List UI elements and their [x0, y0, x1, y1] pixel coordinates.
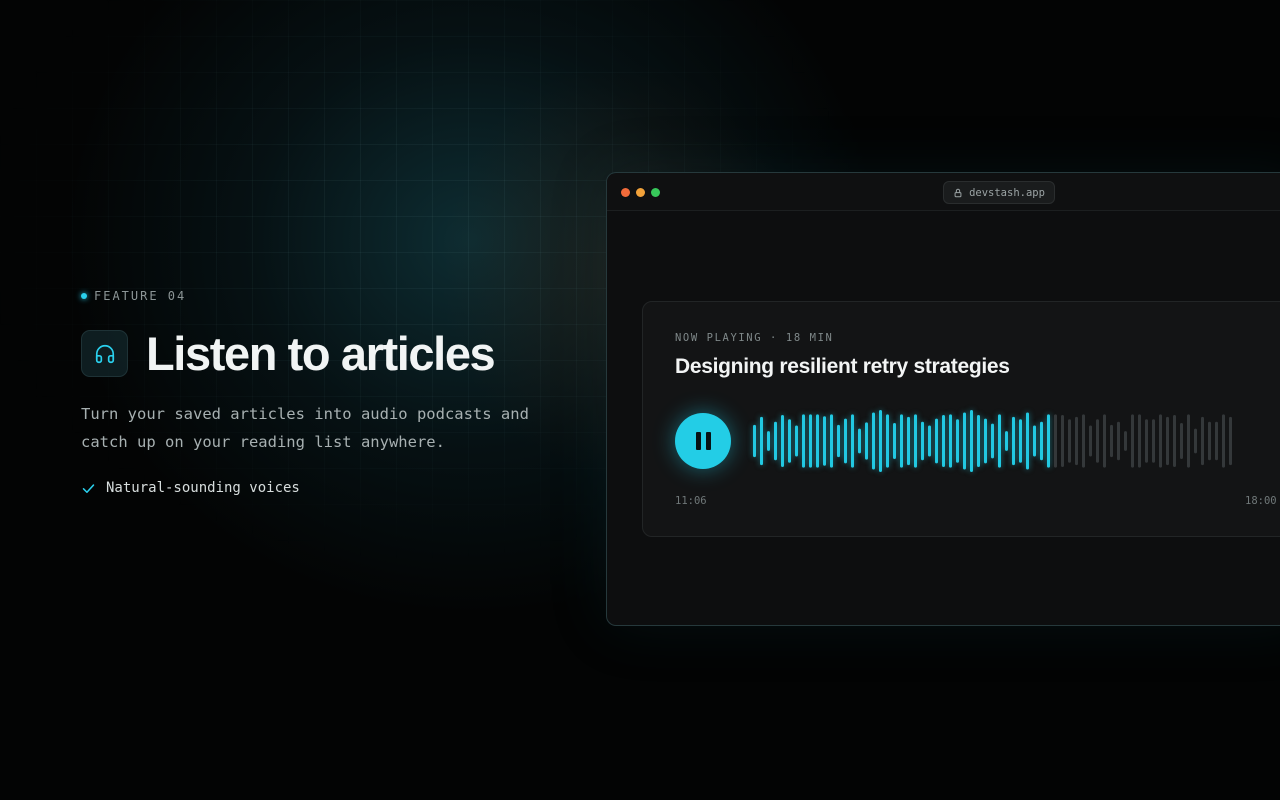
- now-playing-meta: NOW PLAYING · 18 MIN: [675, 332, 834, 344]
- waveform-bar-played: [1005, 431, 1008, 451]
- waveform-bar: [1201, 416, 1204, 466]
- waveform-bar-played: [858, 428, 861, 454]
- waveform-bar: [1096, 419, 1099, 463]
- waveform-bar-played: [963, 412, 966, 470]
- waveform-bar: [1124, 431, 1127, 451]
- waveform-bar: [1159, 414, 1162, 468]
- waveform-bar: [1152, 419, 1155, 463]
- pause-button[interactable]: [675, 413, 731, 469]
- waveform-bar: [1229, 416, 1232, 466]
- waveform-bar: [1215, 421, 1218, 461]
- lock-icon: [954, 188, 962, 197]
- track-title: Designing resilient retry strategies: [675, 355, 1010, 378]
- feature-icon-box: [81, 330, 128, 377]
- browser-window: devstash.app NOW PLAYING · 18 MIN Design…: [606, 172, 1280, 626]
- waveform-bar-played: [914, 414, 917, 468]
- waveform-bar: [1110, 424, 1113, 458]
- waveform-bar-played: [1047, 414, 1050, 468]
- window-minimize-button[interactable]: [636, 188, 645, 197]
- waveform-bar-played: [865, 422, 868, 460]
- feature-dot: [81, 293, 87, 299]
- waveform-bar: [1180, 423, 1183, 459]
- waveform-bar-played: [872, 412, 875, 470]
- waveform-scrubber[interactable]: [753, 406, 1273, 476]
- waveform-bar: [1061, 414, 1064, 468]
- headphones-icon: [95, 344, 114, 363]
- window-maximize-button[interactable]: [651, 188, 660, 197]
- waveform-bar: [1166, 416, 1169, 466]
- feature-bullet: Natural-sounding voices: [81, 480, 300, 496]
- waveform-bar: [1194, 428, 1197, 454]
- waveform-bar-played: [949, 414, 952, 468]
- waveform-bar-played: [984, 418, 987, 464]
- feature-label: FEATURE 04: [94, 289, 187, 303]
- waveform-bar: [1145, 419, 1148, 463]
- feature-heading: Listen to articles: [81, 326, 496, 381]
- total-time: 18:00: [1245, 495, 1277, 507]
- waveform-bar-played: [879, 410, 882, 472]
- window-close-button[interactable]: [621, 188, 630, 197]
- waveform-bar-played: [921, 421, 924, 461]
- waveform-bar-played: [781, 414, 784, 468]
- waveform-bar-played: [809, 414, 812, 468]
- waveform-bar: [1222, 414, 1225, 468]
- waveform-bar: [1068, 419, 1071, 463]
- pause-icon: [705, 432, 711, 450]
- feature-headline: Listen to articles: [146, 327, 496, 380]
- waveform-bar: [1089, 425, 1092, 457]
- waveform-bar-played: [886, 414, 889, 468]
- waveform-bar: [1082, 414, 1085, 468]
- waveform-bar: [1138, 414, 1141, 468]
- waveform-bar-played: [816, 414, 819, 468]
- waveform-bar: [1054, 414, 1057, 468]
- pause-icon: [695, 432, 701, 450]
- waveform-bar: [1208, 421, 1211, 461]
- waveform-bar-played: [893, 423, 896, 459]
- waveform-bar-played: [935, 418, 938, 464]
- waveform-bar-played: [1026, 412, 1029, 470]
- waveform-bar-played: [1012, 416, 1015, 466]
- waveform-bar-played: [1033, 425, 1036, 457]
- waveform-bar-played: [907, 416, 910, 466]
- current-time: 11:06: [675, 495, 707, 507]
- waveform-bar-played: [795, 425, 798, 457]
- waveform-bar-played: [767, 431, 770, 451]
- waveform-bar-played: [942, 414, 945, 468]
- waveform-bar-played: [970, 410, 973, 472]
- waveform-bar-played: [760, 416, 763, 466]
- waveform-bar-played: [956, 419, 959, 463]
- feature-bullet-label: Natural-sounding voices: [106, 480, 300, 496]
- waveform-bar-played: [928, 425, 931, 457]
- waveform-bar-played: [851, 414, 854, 468]
- waveform-bar-played: [977, 414, 980, 468]
- waveform-bar: [1173, 414, 1176, 468]
- check-icon: [82, 483, 95, 493]
- waveform-bar-played: [753, 424, 756, 458]
- address-url: devstash.app: [969, 186, 1045, 199]
- address-bar[interactable]: devstash.app: [943, 181, 1055, 204]
- waveform-bar-played: [830, 414, 833, 468]
- waveform-bar-played: [844, 418, 847, 464]
- waveform-bar: [1103, 414, 1106, 468]
- feature-description: Turn your saved articles into audio podc…: [81, 405, 529, 451]
- waveform-bar-played: [1019, 419, 1022, 463]
- waveform-bar: [1187, 414, 1190, 468]
- waveform-bar: [1117, 421, 1120, 461]
- waveform-bar-played: [837, 424, 840, 458]
- waveform-bar-played: [900, 414, 903, 468]
- waveform-bar-played: [774, 421, 777, 461]
- audio-player-card: NOW PLAYING · 18 MIN Designing resilient…: [642, 301, 1280, 537]
- waveform-bar-played: [802, 414, 805, 468]
- waveform-bar: [1131, 414, 1134, 468]
- waveform-bar: [1075, 416, 1078, 466]
- waveform-bar-played: [991, 423, 994, 459]
- waveform-bar-played: [998, 414, 1001, 468]
- waveform-bar-played: [788, 419, 791, 463]
- browser-titlebar: devstash.app: [607, 173, 1280, 211]
- waveform-bar-played: [1040, 421, 1043, 461]
- feature-tag: FEATURE 04: [81, 289, 186, 303]
- waveform-bar-played: [823, 416, 826, 466]
